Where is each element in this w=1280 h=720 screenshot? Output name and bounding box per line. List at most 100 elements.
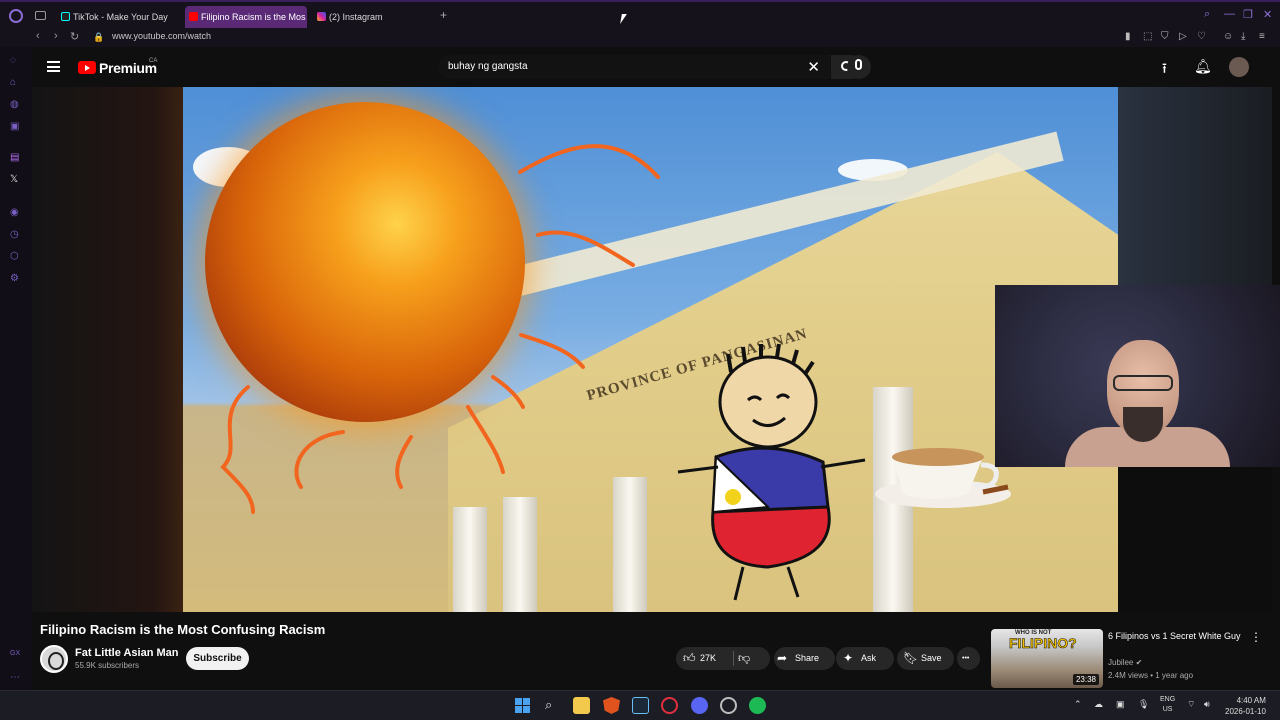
gx-icon[interactable]: GX bbox=[10, 650, 20, 657]
clock-time: 4:40 AM bbox=[1236, 696, 1266, 705]
discord-icon[interactable] bbox=[691, 697, 708, 714]
bookmark-icon[interactable]: ▮ bbox=[1125, 31, 1131, 42]
new-tab-button[interactable]: + bbox=[440, 8, 447, 22]
player-sidebar-icon[interactable]: ◉ bbox=[10, 207, 19, 218]
brave-icon[interactable] bbox=[603, 697, 620, 714]
tab-label: TikTok - Make Your Day bbox=[73, 12, 168, 22]
history-icon[interactable]: ◌ bbox=[10, 55, 16, 66]
shield-icon[interactable]: ⛉ bbox=[1161, 31, 1169, 42]
recommendation-menu-icon[interactable]: ⋮ bbox=[1250, 630, 1262, 644]
language-code: ENG bbox=[1160, 696, 1176, 703]
subscribe-button[interactable]: Subscribe bbox=[186, 647, 249, 670]
save-icon: 🔖︎ bbox=[903, 651, 919, 665]
more-actions-button[interactable]: ••• bbox=[957, 647, 980, 670]
video-frame[interactable]: PROVINCE OF PANGASINAN bbox=[183, 87, 1118, 612]
video-duration: 23:38 bbox=[1072, 674, 1099, 685]
youtube-header: Premium CA buhay ng gangsta ✕ ⭱ 🔔︎ bbox=[32, 47, 1272, 87]
tab-instagram[interactable]: (2) Instagram bbox=[313, 6, 433, 28]
save-button[interactable]: 🔖︎ Save bbox=[897, 647, 954, 670]
account-avatar[interactable] bbox=[1229, 57, 1249, 77]
minimize-icon[interactable]: — bbox=[1224, 8, 1235, 20]
mail-icon[interactable]: ▣ bbox=[10, 121, 19, 132]
dislike-icon[interactable]: 👎︎ bbox=[738, 647, 750, 670]
lock-icon: 🔒 bbox=[93, 32, 105, 42]
windows-taskbar: ⌕ ⌃ ☁ ▣ 🎙︎ ENG US ⌔ 🔊︎ 4:40 AM 2026-01-1… bbox=[0, 690, 1280, 720]
taskbar-search-icon[interactable]: ⌕ bbox=[545, 697, 552, 713]
twitch-icon[interactable]: ▤ bbox=[10, 152, 19, 163]
subscriber-count: 55.9K subscribers bbox=[75, 661, 140, 670]
like-icon[interactable]: 👍︎ bbox=[683, 647, 696, 670]
back-icon[interactable]: ‹ bbox=[36, 30, 40, 42]
browser-tab-bar: TikTok - Make Your Day Filipino Racism i… bbox=[0, 0, 1280, 28]
recommended-channel-name: Jubilee bbox=[1108, 658, 1134, 667]
search-query[interactable]: buhay ng gangsta bbox=[448, 61, 528, 72]
ambient-glow-right bbox=[1118, 87, 1272, 287]
share-button[interactable]: ➦ Share bbox=[774, 647, 835, 670]
channel-avatar[interactable] bbox=[40, 645, 68, 673]
upload-icon[interactable]: ⭱ bbox=[1162, 58, 1167, 82]
chrome-icon[interactable] bbox=[720, 697, 737, 714]
reload-icon[interactable]: ↻ bbox=[70, 30, 79, 43]
recommended-channel[interactable]: Jubilee ✔ bbox=[1108, 658, 1142, 667]
address-bar: ‹ › ↻ 🔒 www.youtube.com/watch ▮ ⬚ ⛉ ▷ ♡ … bbox=[0, 28, 1280, 47]
input-language[interactable]: ENG US bbox=[1160, 695, 1175, 715]
maximize-icon[interactable]: ❐ bbox=[1243, 8, 1253, 21]
forward-icon[interactable]: › bbox=[54, 30, 58, 42]
search-input[interactable]: buhay ng gangsta ✕ bbox=[438, 55, 830, 79]
tab-tiktok[interactable]: TikTok - Make Your Day bbox=[57, 6, 182, 28]
store-icon[interactable]: ⌂ bbox=[10, 77, 16, 88]
messenger-icon[interactable]: ◍ bbox=[10, 99, 19, 110]
search-tabs-icon[interactable]: ⌕ bbox=[1204, 8, 1210, 21]
tab-youtube[interactable]: Filipino Racism is the Mos bbox=[185, 6, 307, 28]
wifi-icon[interactable]: ⌔ bbox=[1187, 699, 1195, 710]
tray-overflow-icon[interactable]: ⌃ bbox=[1074, 699, 1082, 710]
settings-icon[interactable]: ⚙ bbox=[10, 273, 19, 284]
tab-label: Filipino Racism is the Mos bbox=[201, 12, 306, 22]
like-count[interactable]: 27K bbox=[700, 647, 716, 670]
snapshot-icon[interactable]: ⬚ bbox=[1143, 31, 1152, 42]
volume-icon[interactable]: 🔊︎ bbox=[1204, 699, 1210, 710]
cloud-icon[interactable]: ☁ bbox=[1094, 699, 1103, 710]
youtube-logo-icon[interactable] bbox=[78, 61, 96, 74]
divider bbox=[733, 651, 734, 666]
x-icon[interactable]: 𝕏 bbox=[10, 174, 18, 185]
ask-button[interactable]: ✦ Ask bbox=[836, 647, 894, 670]
spotify-icon[interactable] bbox=[749, 697, 766, 714]
voice-search-button[interactable] bbox=[847, 55, 871, 79]
guide-menu-icon[interactable] bbox=[47, 61, 60, 72]
channel-name[interactable]: Fat Little Asian Man bbox=[75, 647, 179, 659]
country-code: CA bbox=[149, 58, 158, 64]
tray-app-icon[interactable]: ▣ bbox=[1116, 699, 1125, 710]
recommended-video-thumbnail[interactable]: WHO IS NOT FILIPINO? 23:38 bbox=[991, 629, 1103, 688]
sparkle-icon: ✦ bbox=[843, 651, 854, 665]
profile-icon[interactable]: ☺ bbox=[1223, 31, 1233, 42]
download-icon[interactable]: ⤓ bbox=[1241, 31, 1245, 42]
file-explorer-icon[interactable] bbox=[573, 697, 590, 714]
clock-icon[interactable]: ◷ bbox=[10, 229, 19, 240]
steam-icon[interactable] bbox=[632, 697, 649, 714]
more-icon: ••• bbox=[962, 655, 970, 662]
opera-gx-icon[interactable] bbox=[661, 697, 678, 714]
verified-icon: ✔ bbox=[1135, 658, 1143, 667]
recommended-video-title[interactable]: 6 Filipinos vs 1 Secret White Guy bbox=[1108, 630, 1248, 642]
tray-mic-icon[interactable]: 🎙︎ bbox=[1138, 699, 1149, 710]
workspaces-icon[interactable] bbox=[35, 11, 46, 20]
heart-icon[interactable]: ♡ bbox=[1197, 31, 1206, 42]
filipino-cartoon-figure bbox=[677, 343, 866, 601]
opera-logo-icon[interactable] bbox=[9, 9, 23, 23]
menu-icon[interactable]: ≡ bbox=[1259, 31, 1265, 42]
system-clock[interactable]: 4:40 AM 2026-01-10 bbox=[1225, 695, 1266, 717]
clear-search-icon[interactable]: ✕ bbox=[807, 58, 820, 76]
like-dislike-group: 👍︎ 27K 👎︎ bbox=[676, 647, 770, 670]
url-field[interactable]: www.youtube.com/watch bbox=[112, 31, 211, 41]
extensions-icon[interactable]: ⬡ bbox=[10, 251, 19, 262]
close-icon[interactable]: ✕ bbox=[1263, 8, 1272, 21]
tab-label: (2) Instagram bbox=[329, 12, 383, 22]
start-icon[interactable] bbox=[515, 698, 530, 713]
recommended-meta: 2.4M views • 1 year ago bbox=[1108, 671, 1194, 680]
thumbnail-text-main: FILIPINO? bbox=[1009, 635, 1077, 652]
sidebar-more-icon[interactable]: ⋯ bbox=[10, 672, 20, 683]
player-icon[interactable]: ▷ bbox=[1179, 31, 1187, 42]
webcam-overlay bbox=[995, 285, 1280, 467]
notifications-icon[interactable]: 🔔︎ bbox=[1194, 58, 1212, 75]
